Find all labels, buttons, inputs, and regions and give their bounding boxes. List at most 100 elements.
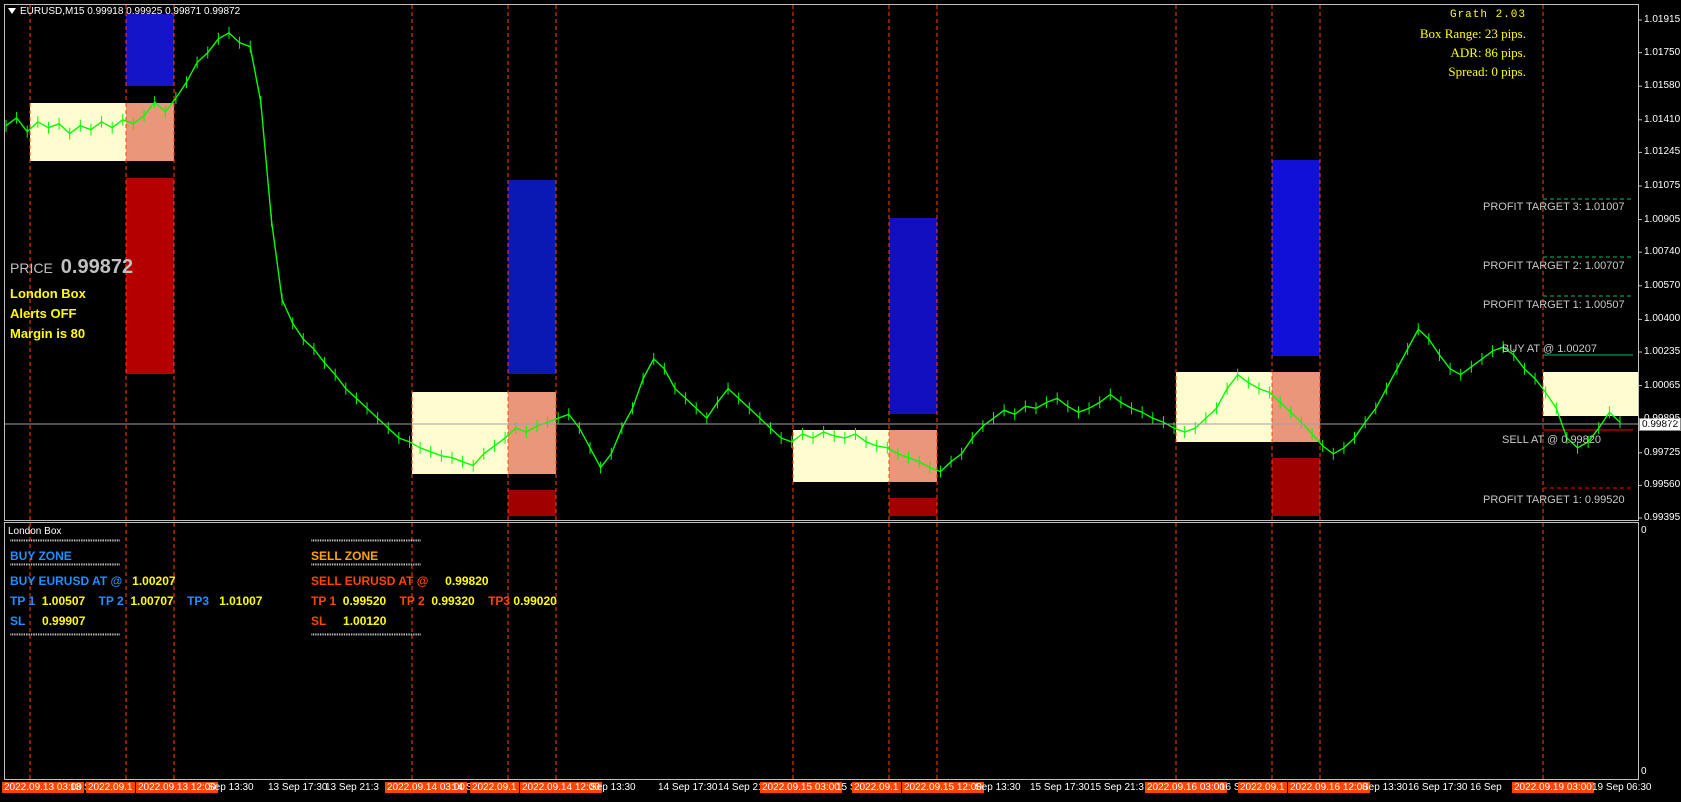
buy-stack-4 <box>1272 160 1320 356</box>
status-alerts: Alerts OFF <box>10 306 77 321</box>
indicator-version: Grath 2.03 <box>1449 9 1526 21</box>
y-tick-label-9: 1.00400 <box>1644 313 1681 325</box>
y-tick-label-3: 1.01410 <box>1644 113 1681 125</box>
sell-entry-label: SELL EURUSD AT @ <box>311 574 429 588</box>
buy-tp1-value: 1.00507 <box>41 594 86 608</box>
x-tick-label-17: 2022.09.15 12:00 <box>902 782 984 793</box>
sell-sl-label: SL <box>311 614 327 628</box>
y-tick-label-11: 1.00065 <box>1644 379 1681 391</box>
sell-tp2-value: 0.99320 <box>431 594 475 608</box>
buy-sl-label: SL <box>10 614 26 628</box>
price-value: 0.99872 <box>60 256 134 278</box>
y-tick-label-13: 0.99725 <box>1644 446 1681 458</box>
sub-axis-top: 0 <box>1641 525 1647 536</box>
box-range-text: Box Range: 23 pips. <box>1419 26 1526 41</box>
sell-tp2-label: TP 2 <box>399 594 425 608</box>
y-tick-label-2: 1.01580 <box>1644 80 1681 92</box>
dropdown-triangle-icon[interactable] <box>8 8 16 15</box>
sell-tp3-label: TP3 <box>488 594 511 608</box>
buy-stack-3 <box>889 218 937 414</box>
buy-separator-mid: ''''''''''''''''''''''''''''''''''''''''… <box>10 562 120 572</box>
y-tick-label-15: 0.99395 <box>1644 512 1681 523</box>
sub-window-title: London Box <box>8 526 62 537</box>
buy-at-label: BUY AT @ 1.00207 <box>1502 343 1597 355</box>
sell-zone-title: SELL ZONE <box>311 549 379 563</box>
sell-separator-top: ''''''''''''''''''''''''''''''''''''''''… <box>311 538 421 548</box>
asia-box-1 <box>30 103 126 161</box>
buy-entry-value: 1.00207 <box>132 574 176 588</box>
x-tick-label-5: 13 Sep 17:30 <box>268 782 328 793</box>
x-tick-label-4: Sep 13:30 <box>208 782 254 793</box>
y-tick-label-14: 0.99560 <box>1644 479 1681 491</box>
sell-separator-mid: ''''''''''''''''''''''''''''''''''''''''… <box>311 562 421 572</box>
x-tick-label-12: 14 Sep 17:30 <box>658 782 718 793</box>
sell-at-label: SELL AT @ 0.99820 <box>1502 434 1602 446</box>
y-tick-label-0: 1.01915 <box>1644 14 1681 25</box>
buy-tp3-label: TP3 <box>187 594 210 608</box>
symbol-header[interactable]: EURUSD,M15 0.99918 0.99925 0.99871 0.998… <box>8 6 240 17</box>
buy-tp-row: TP 1 1.00507 TP 2 1.00707 TP3 1.01007 <box>10 594 262 608</box>
y-tick-label-4: 1.01245 <box>1644 146 1681 158</box>
x-tick-label-11: Sep 13:30 <box>590 782 636 793</box>
x-tick-label-19: 15 Sep 17:30 <box>1030 782 1090 793</box>
profit-target-2-label: PROFIT TARGET 2: 1.00707 <box>1483 260 1625 272</box>
buy-separator-bottom: ''''''''''''''''''''''''''''''''''''''''… <box>10 632 120 642</box>
buy-tp3-value: 1.01007 <box>219 594 263 608</box>
x-tick-label-29: 19 Sep 06:30 <box>1592 782 1652 793</box>
x-tick-label-6: 13 Sep 21:3 <box>325 782 379 793</box>
y-tick-label-1: 1.01750 <box>1644 46 1681 58</box>
london-box-3 <box>889 430 937 482</box>
x-tick-label-14: 2022.09.15 03:00 <box>760 782 842 793</box>
x-tick-label-28: 2022.09.19 03:00 <box>1512 782 1594 793</box>
buy-sl-value: 0.99907 <box>42 614 86 628</box>
x-tick-label-21: 2022.09.16 03:00 <box>1145 782 1227 793</box>
buy-entry-label: BUY EURUSD AT @ <box>10 574 123 588</box>
x-tick-label-2: 2022.09.1 <box>86 782 135 793</box>
sell-tp1-label: TP 1 <box>311 594 337 608</box>
price-chart <box>4 4 1642 780</box>
x-tick-label-3: 2022.09.13 12:00 <box>136 782 218 793</box>
sell-stack-3 <box>889 498 937 516</box>
status-london-box: London Box <box>10 286 86 301</box>
profit-target-1-label: PROFIT TARGET 1: 1.00507 <box>1483 299 1625 311</box>
x-tick-label-27: 16 Sep <box>1470 782 1502 793</box>
london-box-4 <box>1272 372 1320 442</box>
sell-entry-row: SELL EURUSD AT @ 0.99820 <box>311 574 489 588</box>
x-tick-label-26: 16 Sep 17:30 <box>1408 782 1468 793</box>
y-tick-label-5: 1.01075 <box>1644 180 1681 191</box>
sell-tp-row: TP 1 0.99520 TP 2 0.99320 TP3 0.99020 <box>311 594 557 608</box>
x-tick-label-18: Sep 13:30 <box>975 782 1021 793</box>
x-tick-label-24: 2022.09.16 12:00 <box>1288 782 1370 793</box>
x-tick-label-23: 2022.09.1 <box>1238 782 1287 793</box>
profit-target-1-sell-label: PROFIT TARGET 1: 0.99520 <box>1483 494 1625 506</box>
status-margin: Margin is 80 <box>10 326 86 341</box>
sell-sl-value: 1.00120 <box>343 614 387 628</box>
sell-separator-bottom: ''''''''''''''''''''''''''''''''''''''''… <box>311 632 421 642</box>
buy-zone-title: BUY ZONE <box>10 549 72 563</box>
x-tick-label-25: Sep 13:30 <box>1362 782 1408 793</box>
x-tick-label-9: 2022.09.1 <box>470 782 519 793</box>
y-tick-label-12: 0.99895 <box>1644 413 1681 425</box>
x-tick-label-20: 15 Sep 21:3 <box>1090 782 1144 793</box>
buy-stack-1 <box>126 14 174 86</box>
price-label: PRICE <box>10 260 53 276</box>
price-series-line <box>5 31 1621 473</box>
y-tick-label-7: 1.00740 <box>1644 246 1681 258</box>
sell-entry-value: 0.99820 <box>445 574 489 588</box>
profit-target-3-label: PROFIT TARGET 3: 1.01007 <box>1483 201 1625 213</box>
sub-window-frame <box>4 522 1639 780</box>
buy-separator-top: ''''''''''''''''''''''''''''''''''''''''… <box>10 538 120 548</box>
asia-box-2 <box>412 392 508 474</box>
asia-box-4 <box>1176 372 1272 442</box>
sell-sl-row: SL 1.00120 <box>311 614 386 628</box>
sell-stack-2 <box>508 490 556 516</box>
buy-tp2-label: TP 2 <box>98 594 124 608</box>
y-tick-label-6: 1.00905 <box>1644 213 1681 225</box>
adr-text: ADR: 86 pips. <box>1450 45 1526 60</box>
sell-stack-4 <box>1272 458 1320 516</box>
y-tick-label-8: 1.00570 <box>1644 279 1681 291</box>
sell-tp1-value: 0.99520 <box>342 594 387 608</box>
spread-text: Spread: 0 pips. <box>1448 64 1526 79</box>
sell-tp3-value: 0.99020 <box>513 594 557 608</box>
buy-tp1-label: TP 1 <box>10 594 36 608</box>
